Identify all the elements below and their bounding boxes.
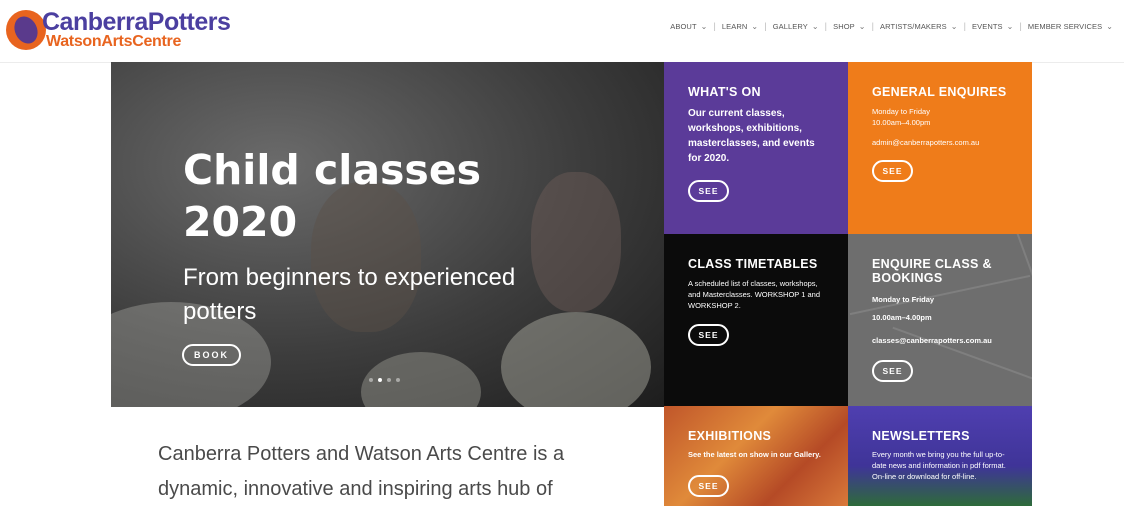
nav-shop[interactable]: SHOP ⌄ [833, 22, 865, 31]
tile-class-timetables[interactable]: CLASS TIMETABLES A scheduled list of cla… [664, 234, 848, 406]
chevron-down-icon: ⌄ [751, 21, 759, 31]
whats-on-see-button[interactable]: SEE [688, 180, 729, 202]
logo-text-line2: WatsonArtsCentre [46, 33, 182, 50]
chevron-down-icon: ⌄ [700, 21, 708, 31]
tile-whats-on[interactable]: WHAT'S ON Our current classes, workshops… [664, 62, 848, 234]
tile-enquire-hours: 10.00am–4.00pm [872, 313, 932, 322]
nav-artists-makers[interactable]: ARTISTS/MAKERS ⌄ [880, 22, 958, 31]
tile-general-enquires[interactable]: GENERAL ENQUIRES Monday to Friday 10.00a… [848, 62, 1032, 234]
nav-separator: | [824, 21, 828, 31]
book-button[interactable]: BOOK [182, 344, 241, 366]
tile-exhibitions[interactable]: EXHIBITIONS See the latest on show in ou… [664, 406, 848, 506]
timetables-see-button[interactable]: SEE [688, 324, 729, 346]
nav-member-services[interactable]: MEMBER SERVICES ⌄ [1028, 22, 1113, 31]
hero-title: Child classes 2020 [183, 146, 482, 246]
nav-events[interactable]: EVENTS ⌄ [972, 22, 1013, 31]
tile-whats-on-desc: Our current classes, workshops, exhibiti… [688, 108, 815, 164]
tile-timetables-desc: A scheduled list of classes, workshops, … [688, 279, 820, 310]
nav-learn-label: LEARN [721, 21, 748, 31]
tile-exhibitions-desc: See the latest on show in our Gallery. [688, 450, 821, 459]
nav-artists-makers-label: ARTISTS/MAKERS [880, 21, 947, 31]
tile-whats-on-title: WHAT'S ON [688, 85, 761, 99]
hero-slider: Child classes 2020 From beginners to exp… [111, 62, 664, 407]
nav-member-services-label: MEMBER SERVICES [1027, 21, 1103, 31]
site-logo[interactable]: CanberraPotters WatsonArtsCentre [6, 8, 246, 50]
tile-enquire-days: Monday to Friday [872, 295, 935, 304]
slider-dot[interactable] [387, 378, 391, 382]
slider-dot[interactable] [369, 378, 373, 382]
site-header: CanberraPotters WatsonArtsCentre ABOUT ⌄ … [0, 0, 1129, 63]
tile-enquire-title: ENQUIRE CLASS & BOOKINGS [872, 257, 992, 285]
tile-general-title: GENERAL ENQUIRES [872, 85, 1007, 99]
tile-newsletters-title: NEWSLETTERS [872, 429, 970, 443]
general-see-button[interactable]: SEE [872, 160, 913, 182]
tile-newsletters[interactable]: NEWSLETTERS Every month we bring you the… [848, 406, 1032, 506]
tile-enquire-bookings[interactable]: ENQUIRE CLASS & BOOKINGS Monday to Frida… [848, 234, 1032, 406]
nav-separator: | [713, 21, 716, 31]
slider-dots [369, 378, 400, 382]
nav-separator: | [1019, 21, 1022, 31]
nav-separator: | [963, 21, 967, 31]
chevron-down-icon: ⌄ [950, 21, 958, 31]
tile-general-hours: Monday to Friday 10.00am–4.00pm [872, 107, 931, 127]
hero-subtitle: From beginners to experienced potters [183, 264, 516, 325]
tile-enquire-email: classes@canberrapotters.com.au [872, 336, 992, 345]
nav-learn[interactable]: LEARN ⌄ [722, 22, 758, 31]
nav-events-label: EVENTS [972, 21, 1003, 31]
logo-mark-icon [6, 10, 46, 50]
tile-timetables-title: CLASS TIMETABLES [688, 257, 818, 271]
slider-dot-active[interactable] [378, 378, 382, 382]
tile-exhibitions-title: EXHIBITIONS [688, 429, 772, 443]
nav-about-label: ABOUT [670, 21, 697, 31]
nav-separator: | [871, 21, 875, 31]
chevron-down-icon: ⌄ [858, 21, 866, 31]
nav-shop-label: SHOP [833, 21, 855, 31]
nav-about[interactable]: ABOUT ⌄ [670, 22, 707, 31]
nav-gallery-label: GALLERY [772, 21, 808, 31]
enquire-see-button[interactable]: SEE [872, 360, 913, 382]
nav-separator: | [764, 21, 767, 31]
page-edge [1124, 62, 1129, 506]
exhibitions-see-button[interactable]: SEE [688, 475, 729, 497]
tile-newsletters-desc: Every month we bring you the full up-to-… [872, 450, 1006, 481]
nav-gallery[interactable]: GALLERY ⌄ [773, 22, 819, 31]
chevron-down-icon: ⌄ [811, 21, 819, 31]
chevron-down-icon: ⌄ [1106, 21, 1113, 31]
slider-dot[interactable] [396, 378, 400, 382]
chevron-down-icon: ⌄ [1006, 21, 1014, 31]
main-nav: ABOUT ⌄ | LEARN ⌄ | GALLERY ⌄ | SHOP ⌄ | ART… [670, 21, 1113, 31]
tile-general-email: admin@canberrapotters.com.au [872, 138, 980, 147]
intro-paragraph: Canberra Potters and Watson Arts Centre … [158, 443, 565, 500]
